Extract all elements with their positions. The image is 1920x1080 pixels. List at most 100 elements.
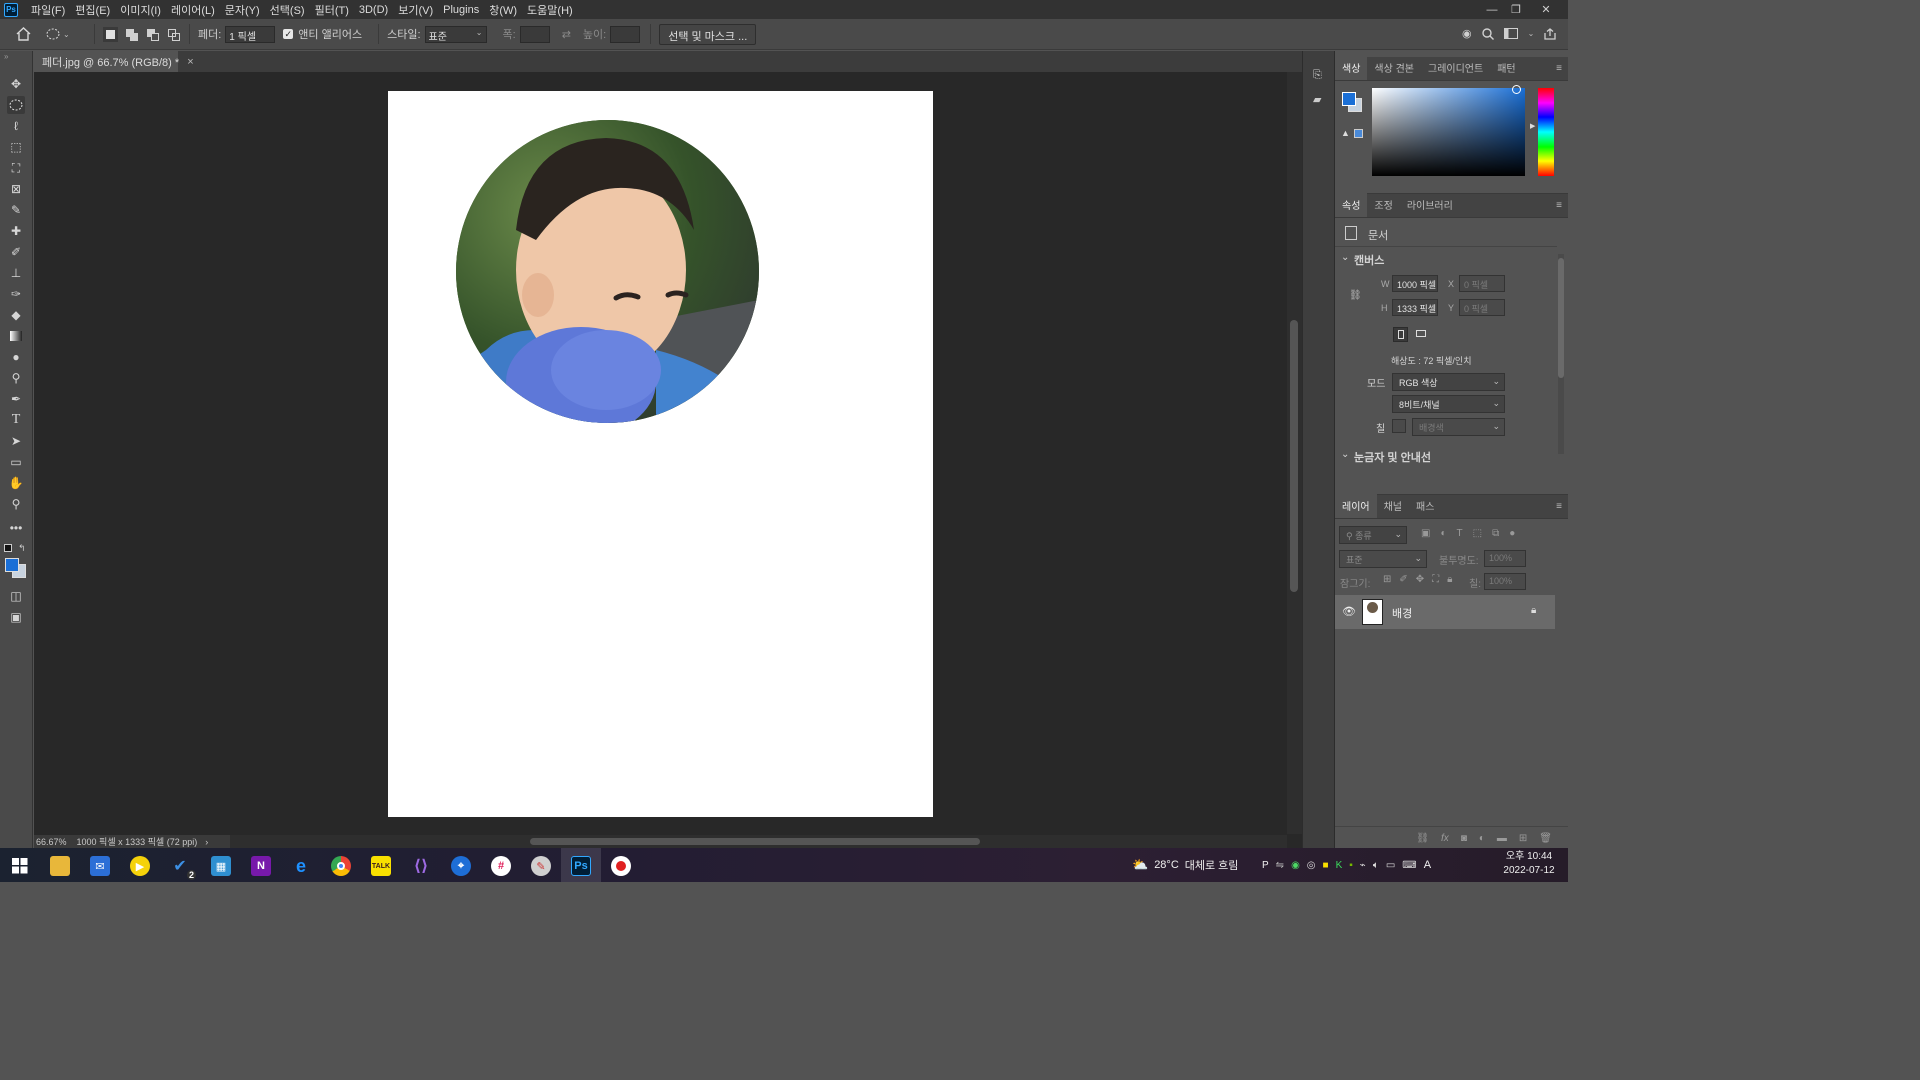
layer-fill-field[interactable]: 100% xyxy=(1484,573,1526,590)
restore-button[interactable]: ❐ xyxy=(1504,0,1528,19)
tray-kakaotalk-icon[interactable]: ■ xyxy=(1323,860,1329,871)
intersect-selection-button[interactable] xyxy=(166,27,181,42)
history-brush-tool-icon[interactable]: ✑ xyxy=(7,285,25,303)
swap-icon[interactable]: ⇄ xyxy=(562,28,571,41)
kakaotalk-icon[interactable]: TALK xyxy=(371,856,391,876)
layer-lock-icon[interactable]: 🔒︎ xyxy=(1531,605,1536,616)
panel-menu-icon[interactable]: ≡ xyxy=(1556,63,1562,74)
tab-paths[interactable]: 패스 xyxy=(1409,494,1441,518)
tab-color[interactable]: 색상 xyxy=(1335,56,1368,80)
color-mode-select[interactable]: RGB 색상 ⌄ xyxy=(1392,373,1505,391)
weather-temperature[interactable]: 28°C xyxy=(1154,859,1179,871)
internet-explorer-icon[interactable]: e xyxy=(291,856,311,876)
tab-adjustments[interactable]: 조정 xyxy=(1367,193,1399,217)
menu-3d[interactable]: 3D(D) xyxy=(354,4,393,16)
hue-slider[interactable] xyxy=(1538,88,1554,176)
menu-image[interactable]: 이미지(I) xyxy=(115,2,166,18)
menu-file[interactable]: 파일(F) xyxy=(26,2,70,18)
photoshop-taskbar-icon[interactable]: Ps xyxy=(571,856,591,876)
swap-colors-icon[interactable]: ↰ xyxy=(18,543,26,554)
file-explorer-icon[interactable] xyxy=(50,856,70,876)
close-button[interactable]: ✕ xyxy=(1534,0,1558,19)
display-icon[interactable]: ▭ xyxy=(1386,860,1395,871)
comments-panel-icon[interactable]: ▰ xyxy=(1313,93,1321,106)
minimize-button[interactable]: — xyxy=(1480,0,1504,19)
adjustment-layer-icon[interactable]: ◐ xyxy=(1479,833,1485,844)
tab-patterns[interactable]: 패턴 xyxy=(1490,56,1522,80)
media-player-icon[interactable]: ▶ xyxy=(130,856,150,876)
menu-help[interactable]: 도움말(H) xyxy=(522,2,578,18)
eyedropper-tool-icon[interactable]: ✎ xyxy=(7,201,25,219)
select-and-mask-button[interactable]: 선택 및 마스크 ... xyxy=(659,23,757,45)
slack-icon[interactable]: # xyxy=(491,856,511,876)
vertical-scrollbar[interactable] xyxy=(1287,72,1302,834)
user-icon[interactable]: ◉ xyxy=(1462,27,1472,40)
blend-mode-select[interactable]: 표준 ⌄ xyxy=(1339,550,1427,568)
tab-libraries[interactable]: 라이브러리 xyxy=(1400,193,1460,217)
menu-plugins[interactable]: Plugins xyxy=(438,4,484,16)
add-selection-button[interactable] xyxy=(124,27,139,42)
canvas-y-field[interactable]: 0 픽셀 xyxy=(1459,299,1505,316)
frame-tool-icon[interactable]: ⊠ xyxy=(7,180,25,198)
lasso-tool-icon[interactable]: ℓ xyxy=(7,117,25,135)
new-group-icon[interactable]: ▬ xyxy=(1497,833,1507,844)
menu-edit[interactable]: 편집(E) xyxy=(70,2,115,18)
web-safe-color-icon[interactable] xyxy=(1354,129,1363,138)
zoom-tool-icon[interactable]: ⚲ xyxy=(7,495,25,513)
gradient-tool-icon[interactable] xyxy=(7,327,25,345)
layer-row[interactable]: 👁︎ 배경 🔒︎ xyxy=(1335,595,1555,629)
tray-sync-icon[interactable]: ⇋ xyxy=(1276,860,1284,871)
menu-view[interactable]: 보기(V) xyxy=(393,2,438,18)
chevron-down-icon[interactable]: ⌄ xyxy=(1341,252,1349,263)
chrome-icon[interactable] xyxy=(331,856,351,876)
tray-app-icon[interactable]: P xyxy=(1262,860,1269,871)
tab-swatches[interactable]: 색상 견본 xyxy=(1367,56,1421,80)
canvas-section-title[interactable]: 캔버스 xyxy=(1354,252,1384,268)
pixel-filter-icon[interactable]: ▣ xyxy=(1421,528,1430,539)
maps-icon[interactable]: ⌖ xyxy=(451,856,471,876)
feather-input[interactable]: 1 픽셀 xyxy=(225,25,276,43)
lock-position-icon[interactable]: ✥ xyxy=(1416,574,1424,585)
tab-channels[interactable]: 채널 xyxy=(1377,494,1409,518)
brush-tool-icon[interactable]: ✐ xyxy=(7,243,25,261)
antialias-checkbox[interactable]: ✓ xyxy=(283,29,294,39)
rectangle-tool-icon[interactable]: ▭ xyxy=(7,453,25,471)
new-selection-button[interactable] xyxy=(103,26,118,42)
panel-menu-icon[interactable]: ≡ xyxy=(1556,501,1562,512)
tab-properties[interactable]: 속성 xyxy=(1335,193,1368,217)
menu-filter[interactable]: 필터(T) xyxy=(310,2,354,18)
home-button[interactable] xyxy=(0,19,46,50)
zoom-level[interactable]: 66.67% xyxy=(36,837,67,847)
onenote-icon[interactable]: N xyxy=(251,856,271,876)
canvas-x-field[interactable]: 0 픽셀 xyxy=(1459,275,1505,292)
out-of-gamut-warning-icon[interactable]: ▲ xyxy=(1341,128,1350,138)
panel-menu-icon[interactable]: ≡ xyxy=(1556,200,1562,211)
type-filter-icon[interactable]: T xyxy=(1457,528,1463,539)
volume-icon[interactable]: 🔈︎ xyxy=(1373,860,1379,871)
chevron-down-icon[interactable]: ⌄ xyxy=(1341,449,1349,460)
fill-color-chip[interactable] xyxy=(1392,419,1406,433)
horizontal-scroll-thumb[interactable] xyxy=(530,838,980,845)
new-layer-icon[interactable]: ⊞ xyxy=(1519,833,1527,844)
link-layers-icon[interactable]: ⛓ xyxy=(1416,833,1429,844)
start-button[interactable] xyxy=(10,856,30,876)
document-info[interactable]: 1000 픽셀 x 1333 픽셀 (72 ppi) xyxy=(77,835,198,848)
menu-select[interactable]: 선택(S) xyxy=(265,2,310,18)
network-icon[interactable]: ⌁ xyxy=(1360,860,1366,871)
dodge-tool-icon[interactable]: ⚲ xyxy=(7,369,25,387)
foreground-color-swatch[interactable] xyxy=(5,558,19,572)
height-input[interactable] xyxy=(610,25,641,43)
hand-tool-icon[interactable]: ✋ xyxy=(7,474,25,492)
fill-select[interactable]: 배경색 ⌄ xyxy=(1412,418,1505,436)
object-selection-tool-icon[interactable]: ⬚ xyxy=(7,138,25,156)
canvas-width-field[interactable]: 1000 픽셀 xyxy=(1392,275,1438,292)
quick-mask-icon[interactable]: ◫ xyxy=(7,587,25,605)
color-field[interactable] xyxy=(1372,88,1525,176)
history-panel-icon[interactable]: ⎘ xyxy=(1313,69,1322,82)
share-icon[interactable] xyxy=(1544,27,1556,40)
tab-gradients[interactable]: 그레이디언트 xyxy=(1421,56,1490,80)
elliptical-marquee-tool-icon[interactable] xyxy=(7,96,25,114)
lock-pixels-icon[interactable]: ✐ xyxy=(1399,574,1407,585)
clock[interactable]: 오후 10:44 2022-07-12 xyxy=(1496,850,1562,880)
more-tools-icon[interactable]: ••• xyxy=(7,519,25,537)
